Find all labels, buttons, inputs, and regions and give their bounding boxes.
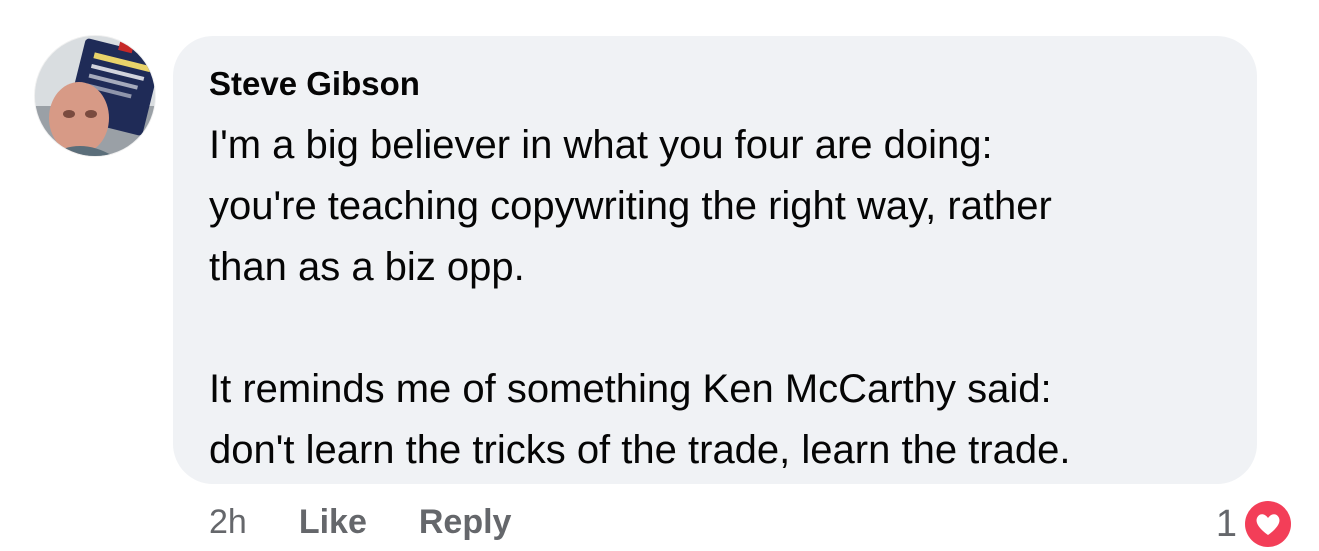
reply-button[interactable]: Reply	[419, 500, 512, 544]
avatar-photo	[35, 36, 155, 156]
comment-author[interactable]: Steve Gibson	[209, 64, 1223, 104]
comment-text-paragraph-2: It reminds me of something Ken McCarthy …	[209, 367, 1071, 472]
comment-actions: 2h Like Reply	[209, 500, 563, 544]
comment-bubble: Steve Gibson I'm a big believer in what …	[173, 36, 1257, 484]
comment-text-paragraph-1: I'm a big believer in what you four are …	[209, 123, 1052, 289]
comment-timestamp[interactable]: 2h	[209, 500, 247, 544]
avatar[interactable]	[35, 36, 155, 156]
reaction-summary[interactable]: 1	[1216, 497, 1295, 551]
reaction-count: 1	[1215, 502, 1237, 545]
heart-icon	[1241, 497, 1295, 551]
like-button[interactable]: Like	[299, 500, 367, 544]
